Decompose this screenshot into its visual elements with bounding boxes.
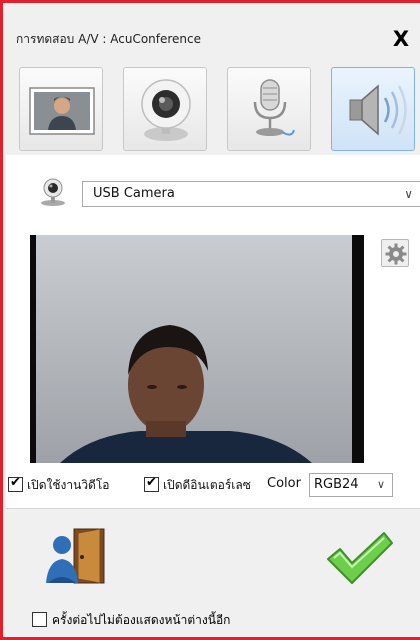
exit-door-icon[interactable] <box>34 523 114 589</box>
close-button[interactable]: X <box>386 26 416 52</box>
webcam-icon <box>141 79 191 141</box>
color-format-value: RGB24 <box>314 477 359 492</box>
video-options-row: ✔ เปิดใช้งานวิดีโอ ✔ เปิดดีอินเตอร์เลซ C… <box>6 473 420 499</box>
user-photo-icon <box>29 87 95 135</box>
tab-speaker[interactable] <box>331 67 415 151</box>
chevron-down-icon: ∨ <box>376 478 385 491</box>
tab-microphone[interactable] <box>227 67 311 151</box>
gear-icon <box>385 243 407 265</box>
chevron-down-icon: ∨ <box>404 187 413 201</box>
dont-show-again-label: ครั้งต่อไปไม่ต้องแสดงหน้าต่างนี้อีก <box>52 613 231 627</box>
speaker-icon <box>349 84 407 136</box>
camera-settings-button[interactable] <box>381 239 409 267</box>
checkmark-icon: ✔ <box>10 475 21 490</box>
window-title: การทดสอบ A/V : AcuConference <box>16 32 202 46</box>
enable-video-checkbox[interactable]: ✔ <box>8 475 23 492</box>
tab-bar <box>6 61 420 155</box>
camera-feed-image <box>30 235 364 463</box>
camera-device-select[interactable]: USB Camera ∨ <box>82 181 420 207</box>
av-test-window: การทดสอบ A/V : AcuConference X USB Camer… <box>0 0 420 640</box>
color-label: Color <box>267 476 301 491</box>
enable-interlace-label: เปิดดีอินเตอร์เลซ <box>163 478 251 492</box>
microphone-icon <box>253 79 295 136</box>
tab-webcam[interactable] <box>123 67 207 151</box>
tab-user-photo[interactable] <box>19 67 103 151</box>
camera-device-value: USB Camera <box>93 186 175 201</box>
webcam-small-icon <box>41 178 65 206</box>
action-bar <box>6 508 420 596</box>
enable-interlace-checkbox[interactable]: ✔ <box>144 475 159 492</box>
color-format-select[interactable]: RGB24 ∨ <box>309 473 393 497</box>
checkmark-icon: ✔ <box>146 475 157 490</box>
title-bar: การทดสอบ A/V : AcuConference X <box>6 6 420 61</box>
footer: ครั้งต่อไปไม่ต้องแสดงหน้าต่างนี้อีก <box>6 596 420 637</box>
dont-show-again-checkbox[interactable] <box>32 612 47 627</box>
enable-video-label: เปิดใช้งานวิดีโอ <box>27 478 110 492</box>
camera-panel: USB Camera ∨ ✔ เปิดใช้งานวิดีโอ ✔ เปิดดี… <box>6 155 420 508</box>
video-preview <box>30 235 364 463</box>
green-checkmark-icon[interactable] <box>324 527 396 587</box>
